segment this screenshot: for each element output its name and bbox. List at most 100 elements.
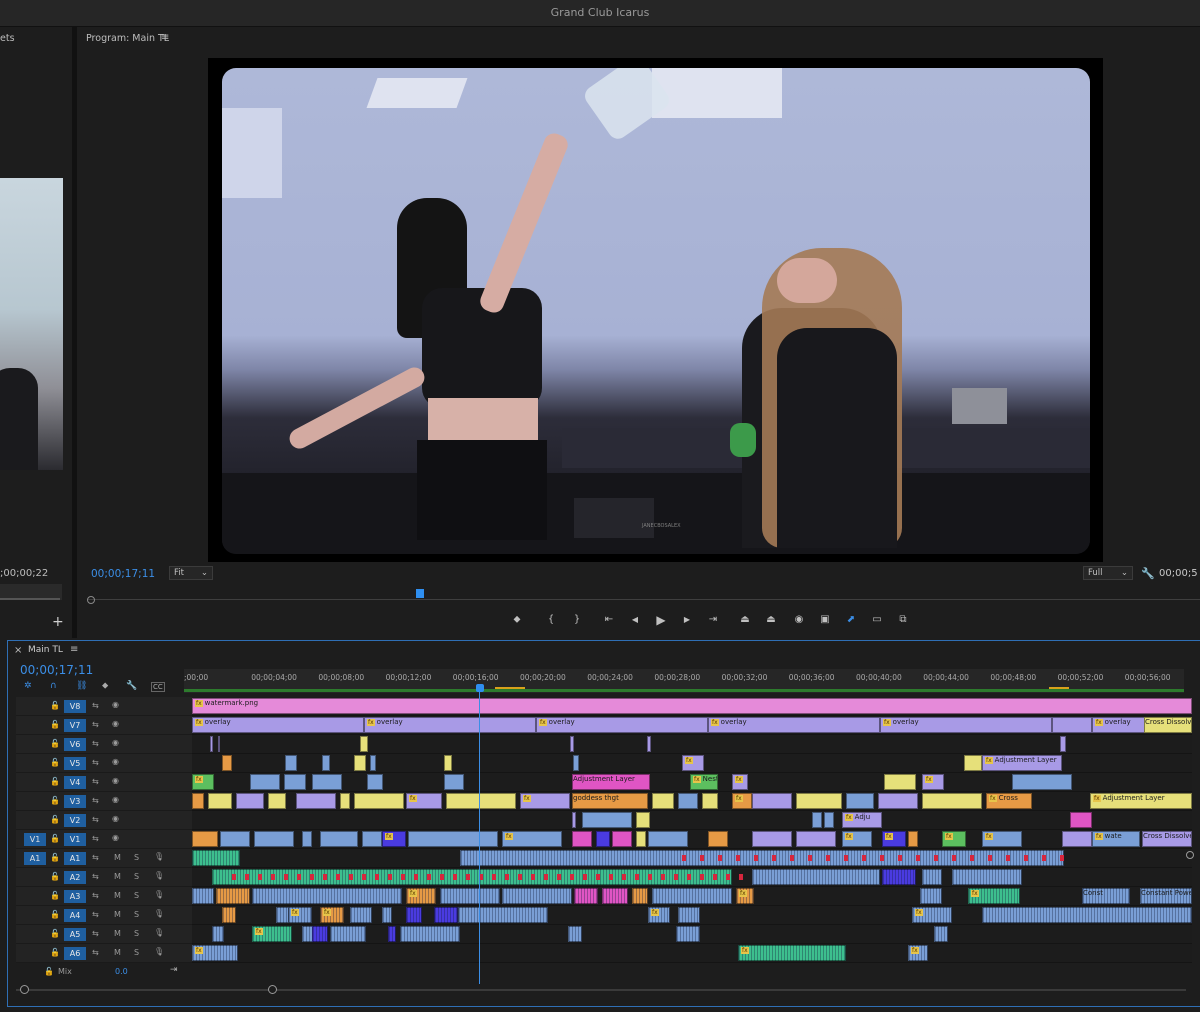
- track-lane-v5[interactable]: fx fx Adjustment Layer: [192, 754, 1192, 773]
- sync-lock-icon[interactable]: ⇆: [92, 777, 99, 786]
- keyframe-marker[interactable]: [754, 855, 758, 861]
- video-clip[interactable]: fx overlay: [536, 717, 708, 733]
- vertical-scroll-handle[interactable]: [1186, 851, 1194, 859]
- mute-button[interactable]: M: [114, 853, 121, 862]
- track-lane-a4[interactable]: fx fx fx fx: [192, 906, 1192, 925]
- audio-clip[interactable]: fx: [738, 945, 846, 961]
- video-clip[interactable]: [708, 831, 728, 847]
- video-clip[interactable]: [268, 793, 286, 809]
- timeline-tab[interactable]: Main TL: [28, 645, 63, 655]
- sync-lock-icon[interactable]: ⇆: [92, 910, 99, 919]
- audio-clip[interactable]: [568, 926, 582, 942]
- share-button[interactable]: ⬈: [843, 613, 859, 627]
- lift-button[interactable]: ⏏: [737, 613, 753, 627]
- video-clip[interactable]: [222, 755, 232, 771]
- track-lane-a6[interactable]: fx fx fx: [192, 944, 1192, 963]
- keyframe-marker[interactable]: [952, 855, 956, 861]
- fit-dropdown[interactable]: Fit ⌄: [169, 566, 213, 580]
- track-header-a5[interactable]: 🔓 A5 ⇆ M S 🎙: [16, 925, 192, 944]
- keyframe-marker[interactable]: [518, 874, 522, 880]
- track-lane-v7[interactable]: fx overlay fx overlay fx overlay fx overlay fx ov…: [192, 716, 1192, 735]
- video-clip[interactable]: [1052, 717, 1092, 733]
- export-frame-button[interactable]: ◉: [791, 613, 807, 627]
- audio-clip[interactable]: [350, 907, 372, 923]
- source-patch-v6[interactable]: [24, 738, 46, 751]
- track-target-a6[interactable]: A6: [64, 947, 86, 960]
- audio-clip[interactable]: [602, 888, 628, 904]
- keyframe-marker[interactable]: [583, 874, 587, 880]
- audio-clip[interactable]: [652, 888, 732, 904]
- track-target-a5[interactable]: A5: [64, 928, 86, 941]
- audio-clip[interactable]: [216, 888, 250, 904]
- safe-margins-button[interactable]: ▭: [869, 613, 885, 627]
- video-clip[interactable]: [824, 812, 834, 828]
- track-lane-v8[interactable]: fx watermark.png: [192, 697, 1192, 716]
- audio-clip[interactable]: [192, 850, 240, 866]
- keyframe-marker[interactable]: [297, 874, 301, 880]
- video-clip[interactable]: fx: [192, 774, 214, 790]
- track-target-v4[interactable]: V4: [64, 776, 86, 789]
- video-clip[interactable]: [296, 793, 336, 809]
- video-clip[interactable]: fx: [520, 793, 570, 809]
- track-target-a3[interactable]: A3: [64, 890, 86, 903]
- source-scrubber[interactable]: [0, 584, 62, 600]
- track-header-v2[interactable]: 🔓 V2 ⇆ ◉: [16, 811, 192, 830]
- keyframe-marker[interactable]: [648, 874, 652, 880]
- track-target-v8[interactable]: V8: [64, 700, 86, 713]
- video-clip[interactable]: [572, 831, 592, 847]
- audio-clip[interactable]: Constant Powe: [1140, 888, 1192, 904]
- lock-icon[interactable]: 🔓: [50, 720, 60, 729]
- video-clip[interactable]: [370, 755, 376, 771]
- lock-icon[interactable]: 🔓: [50, 796, 60, 805]
- video-clip[interactable]: [652, 793, 674, 809]
- keyframe-marker[interactable]: [736, 855, 740, 861]
- keyframe-marker[interactable]: [453, 874, 457, 880]
- source-patch-v8[interactable]: [24, 700, 46, 713]
- video-clip[interactable]: fx: [406, 793, 442, 809]
- sync-lock-icon[interactable]: ⇆: [92, 815, 99, 824]
- add-button[interactable]: +: [52, 614, 64, 630]
- go-to-end-icon[interactable]: ⇥: [170, 965, 178, 975]
- audio-clip[interactable]: fx: [288, 907, 312, 923]
- video-clip[interactable]: [208, 793, 232, 809]
- keyframe-marker[interactable]: [661, 874, 665, 880]
- keyframe-marker[interactable]: [790, 855, 794, 861]
- keyframe-marker[interactable]: [970, 855, 974, 861]
- keyframe-marker[interactable]: [609, 874, 613, 880]
- keyframe-marker[interactable]: [916, 855, 920, 861]
- lock-icon[interactable]: 🔓: [50, 758, 60, 767]
- audio-clip[interactable]: [952, 869, 1022, 885]
- keyframe-marker[interactable]: [258, 874, 262, 880]
- keyframe-marker[interactable]: [570, 874, 574, 880]
- track-target-v5[interactable]: V5: [64, 757, 86, 770]
- lock-icon[interactable]: 🔓: [50, 948, 60, 957]
- keyframe-marker[interactable]: [1060, 855, 1064, 861]
- track-header-v8[interactable]: 🔓 V8 ⇆ ◉: [16, 697, 192, 716]
- keyframe-marker[interactable]: [880, 855, 884, 861]
- track-target-v7[interactable]: V7: [64, 719, 86, 732]
- track-header-v4[interactable]: 🔓 V4 ⇆ ◉: [16, 773, 192, 792]
- keyframe-marker[interactable]: [284, 874, 288, 880]
- keyframe-marker[interactable]: [682, 855, 686, 861]
- audio-clip[interactable]: [434, 907, 458, 923]
- mute-button[interactable]: M: [114, 929, 121, 938]
- comparison-view-button[interactable]: ▣: [817, 613, 833, 627]
- solo-button[interactable]: S: [134, 853, 139, 862]
- audio-clip[interactable]: [502, 888, 572, 904]
- keyframe-marker[interactable]: [531, 874, 535, 880]
- source-patch-a3[interactable]: [24, 890, 46, 903]
- keyframe-marker[interactable]: [862, 855, 866, 861]
- video-clip[interactable]: fx: [732, 793, 752, 809]
- audio-clip[interactable]: Const: [1082, 888, 1130, 904]
- solo-button[interactable]: S: [134, 929, 139, 938]
- keyframe-marker[interactable]: [245, 874, 249, 880]
- keyframe-marker[interactable]: [1042, 855, 1046, 861]
- eye-icon[interactable]: ◉: [112, 776, 119, 785]
- video-clip[interactable]: [636, 812, 650, 828]
- microphone-icon[interactable]: 🎙: [154, 890, 164, 899]
- video-clip[interactable]: fx Cross: [986, 793, 1032, 809]
- audio-clip[interactable]: [920, 888, 942, 904]
- mute-button[interactable]: M: [114, 891, 121, 900]
- audio-clip[interactable]: fx: [968, 888, 1020, 904]
- scroll-handle-left[interactable]: [20, 985, 29, 994]
